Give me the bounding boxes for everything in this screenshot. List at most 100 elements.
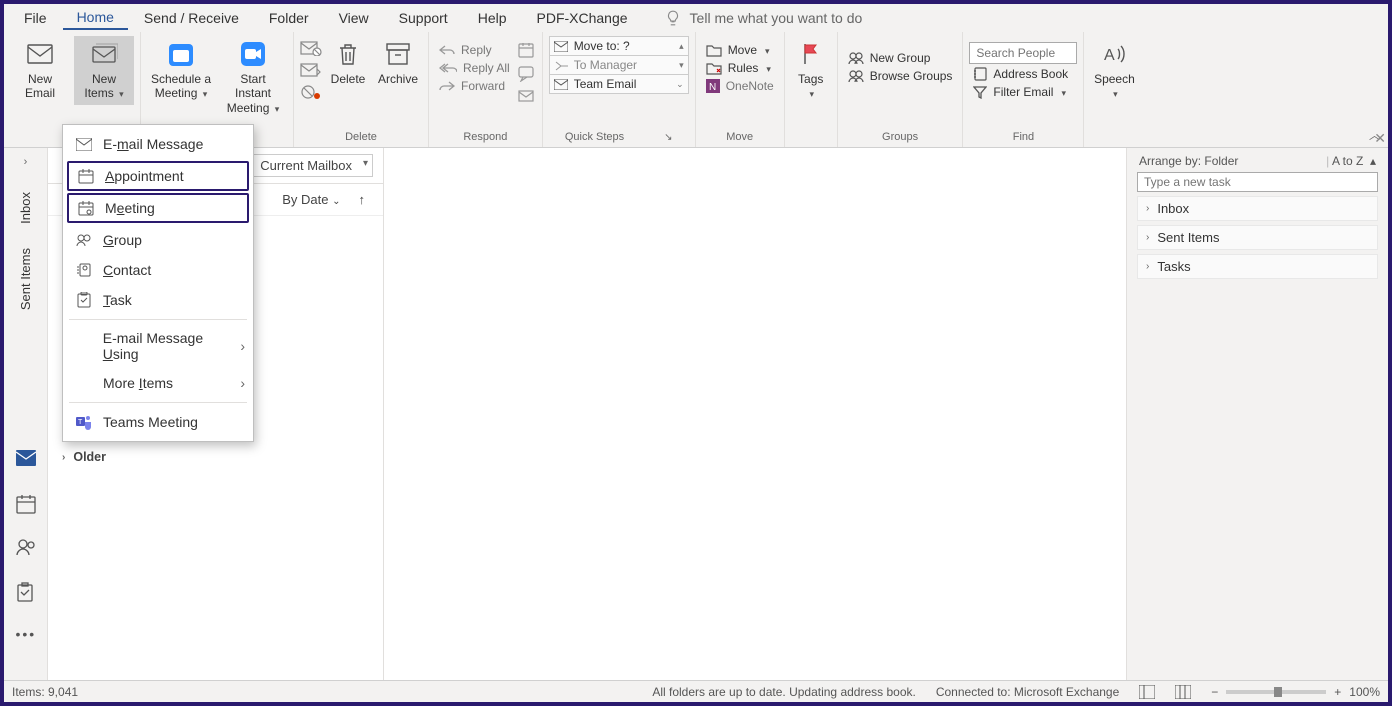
status-sync: All folders are up to date. Updating add… xyxy=(652,685,916,699)
menubar: File Home Send / Receive Folder View Sup… xyxy=(4,4,1388,32)
rail-sent-items[interactable]: Sent Items xyxy=(18,248,33,310)
menu-view[interactable]: View xyxy=(325,7,383,29)
menu-send-receive[interactable]: Send / Receive xyxy=(130,7,253,29)
menu-pdfxchange[interactable]: PDF-XChange xyxy=(523,7,642,29)
quicksteps-launcher-icon[interactable]: ↘ xyxy=(664,132,672,143)
tags-button[interactable]: Tags xyxy=(791,36,831,105)
more-modules-icon[interactable]: ••• xyxy=(16,626,36,646)
rail-expand-icon[interactable]: › xyxy=(24,156,28,168)
menu-more-items[interactable]: More Items xyxy=(63,368,253,398)
menu-email-using-label: E-mail Message Using xyxy=(103,330,241,362)
delete-button[interactable]: Delete xyxy=(326,36,370,90)
sort-order[interactable]: | A to Z ▴ xyxy=(1326,154,1376,168)
trash-icon xyxy=(334,40,362,68)
menu-contact[interactable]: Contact xyxy=(63,255,253,285)
menu-folder[interactable]: Folder xyxy=(255,7,323,29)
address-book-button[interactable]: Address Book xyxy=(969,66,1077,82)
archive-label: Archive xyxy=(378,72,418,86)
zoom-slider[interactable]: − + 100% xyxy=(1211,685,1380,699)
menu-appointment-label: Appointment xyxy=(105,168,184,184)
task-folder-tasks[interactable]: ›Tasks xyxy=(1137,254,1378,279)
menu-email-message[interactable]: E-mail Message xyxy=(63,129,253,159)
archive-icon xyxy=(384,40,412,68)
junk-icon[interactable] xyxy=(300,84,322,100)
zoom-in-icon[interactable]: + xyxy=(1334,685,1341,699)
read-aloud-icon: A xyxy=(1100,40,1128,68)
people-module-icon[interactable] xyxy=(16,538,36,558)
new-items-dropdown: E-mail Message Appointment Meeting Group… xyxy=(62,124,254,442)
group-delete-label: Delete xyxy=(345,131,377,145)
archive-button[interactable]: Archive xyxy=(374,36,422,90)
menu-meeting-label: Meeting xyxy=(105,200,155,216)
menu-meeting[interactable]: Meeting xyxy=(67,193,249,223)
tell-me-label: Tell me what you want to do xyxy=(690,10,863,26)
new-email-button[interactable]: New Email xyxy=(10,36,70,105)
menu-group[interactable]: Group xyxy=(63,225,253,255)
tags-label: Tags xyxy=(798,72,823,101)
group-older[interactable]: ›Older xyxy=(48,446,383,468)
task-folder-sent[interactable]: ›Sent Items xyxy=(1137,225,1378,250)
start-instant-meeting-button[interactable]: Start Instant Meeting xyxy=(219,36,287,119)
view-reading-icon[interactable] xyxy=(1175,685,1191,699)
menu-group-label: Group xyxy=(103,232,142,248)
zoom-out-icon[interactable]: − xyxy=(1211,685,1218,699)
svg-text:A: A xyxy=(1104,47,1115,64)
menu-file[interactable]: File xyxy=(10,7,61,29)
menu-task[interactable]: Task xyxy=(63,285,253,315)
forward-button[interactable]: Forward xyxy=(435,78,514,94)
delete-label: Delete xyxy=(331,72,366,86)
speech-button[interactable]: A Speech xyxy=(1090,36,1138,105)
mail-icon xyxy=(26,40,54,68)
status-item-count: Items: 9,041 xyxy=(12,685,78,699)
menu-teams-meeting-label: Teams Meeting xyxy=(103,414,198,430)
new-email-label: New Email xyxy=(12,72,68,101)
schedule-meeting-button[interactable]: Schedule a Meeting xyxy=(147,36,215,105)
cleanup-icon[interactable] xyxy=(300,62,322,78)
schedule-meeting-label: Schedule a Meeting xyxy=(149,72,213,101)
menu-help[interactable]: Help xyxy=(464,7,521,29)
menu-email-using[interactable]: E-mail Message Using xyxy=(63,324,253,368)
group-move-label: Move xyxy=(726,131,753,145)
new-task-input[interactable] xyxy=(1137,172,1378,192)
tasks-module-icon[interactable] xyxy=(16,582,36,602)
menu-home[interactable]: Home xyxy=(63,6,128,30)
group-find-label: Find xyxy=(1013,131,1034,145)
move-button[interactable]: Move xyxy=(702,42,778,58)
new-group-button[interactable]: New Group xyxy=(844,50,957,66)
browse-groups-button[interactable]: Browse Groups xyxy=(844,68,957,84)
zoom-video-icon xyxy=(239,40,267,68)
rules-button[interactable]: Rules xyxy=(702,60,778,76)
calendar-module-icon[interactable] xyxy=(16,494,36,514)
more-respond-icon[interactable] xyxy=(518,90,536,106)
onenote-button[interactable]: NOneNote xyxy=(702,78,778,94)
menu-task-label: Task xyxy=(103,292,132,308)
svg-text:N: N xyxy=(709,82,716,93)
new-items-button[interactable]: New Items xyxy=(74,36,134,105)
sort-direction-icon[interactable]: ↑ xyxy=(359,192,366,207)
reply-all-button[interactable]: Reply All xyxy=(435,60,514,76)
menu-support[interactable]: Support xyxy=(385,7,462,29)
view-normal-icon[interactable] xyxy=(1139,685,1155,699)
ignore-icon[interactable] xyxy=(300,40,322,56)
filter-email-button[interactable]: Filter Email xyxy=(969,84,1077,100)
close-todo-bar-icon[interactable]: ✕ xyxy=(1374,130,1386,147)
reply-button[interactable]: Reply xyxy=(435,42,514,58)
mail-module-icon[interactable] xyxy=(16,450,36,470)
im-reply-icon[interactable] xyxy=(518,66,536,82)
rail-inbox[interactable]: Inbox xyxy=(18,192,33,224)
sort-by-date[interactable]: By Date ⌄ xyxy=(282,192,340,207)
speech-label: Speech xyxy=(1094,72,1135,101)
search-scope-dropdown[interactable]: Current Mailbox xyxy=(251,154,373,177)
quick-steps-gallery[interactable]: Move to: ?▴ To Manager▾ Team Email⌄ xyxy=(549,36,689,93)
task-folder-inbox[interactable]: ›Inbox xyxy=(1137,196,1378,221)
menu-appointment[interactable]: Appointment xyxy=(67,161,249,191)
search-people-input[interactable] xyxy=(969,42,1077,64)
menu-teams-meeting[interactable]: T Teams Meeting xyxy=(63,407,253,437)
arrange-by-label[interactable]: Arrange by: Folder xyxy=(1139,154,1238,168)
zoom-level: 100% xyxy=(1349,685,1380,699)
menu-contact-label: Contact xyxy=(103,262,151,278)
meeting-reply-icon[interactable] xyxy=(518,42,536,58)
tell-me[interactable]: Tell me what you want to do xyxy=(664,9,863,27)
group-icon xyxy=(75,231,93,249)
svg-text:T: T xyxy=(78,419,83,426)
